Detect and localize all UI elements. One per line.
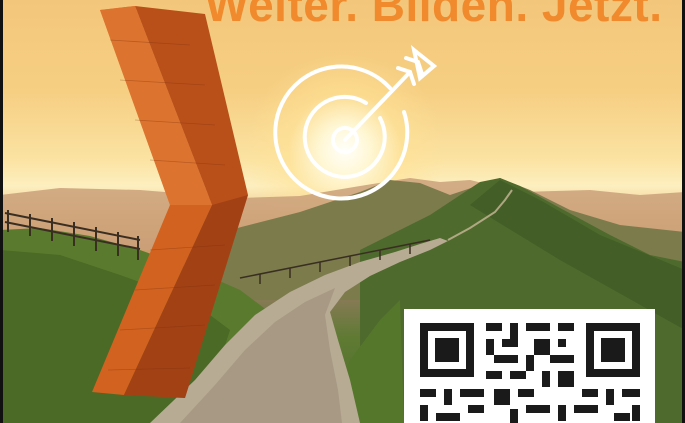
target-with-arrow-icon xyxy=(273,44,438,201)
headline: Weiter. Bilden. Jetzt. xyxy=(205,0,663,31)
qr-code[interactable] xyxy=(404,309,655,423)
frame-border-left xyxy=(0,0,3,423)
poster: Weiter. Bilden. Jetzt. xyxy=(0,0,685,423)
qr-code-graphic xyxy=(420,323,640,423)
